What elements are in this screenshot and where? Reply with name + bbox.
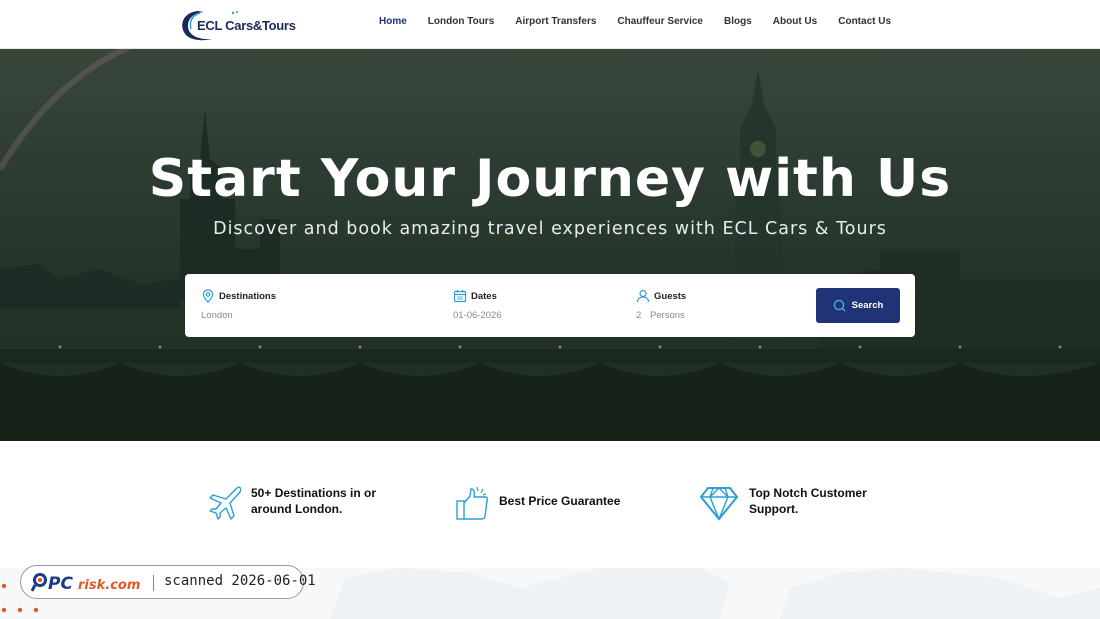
hero-background-image [0,49,1100,441]
destinations-input[interactable]: London [201,310,276,321]
search-button[interactable]: Search [816,288,900,323]
location-pin-icon [202,289,214,303]
site-header: ECL Cars&Tours Home London Tours Airport… [0,0,1100,49]
guests-count: 2 [636,310,642,321]
guests-field[interactable]: Guests 2 Persons [636,289,686,321]
feature-destinations: 50+ Destinations in or around London. [207,485,376,521]
feature-destinations-line1: 50+ Destinations in or [251,486,377,500]
feature-support-line2: Support. [749,502,799,516]
feature-support: Top Notch Customer Support. [699,485,867,521]
site-logo[interactable]: ECL Cars&Tours [178,8,296,42]
svg-text:risk.com: risk.com [78,578,140,593]
svg-text:PC: PC [48,574,73,594]
nav-contact-us[interactable]: Contact Us [838,16,891,27]
destinations-label: Destinations [219,290,277,302]
feature-destinations-line2: around London. [251,502,343,516]
hero-title: Start Your Journey with Us [148,149,952,209]
pcrisk-watermark: PC risk.com scanned 2026-06-01 [20,565,316,599]
pcrisk-logo: PC risk.com [30,570,149,594]
search-icon [833,299,846,312]
thumbs-up-icon [456,486,489,520]
nav-blogs[interactable]: Blogs [724,16,752,27]
guests-input[interactable]: 2 Persons [636,310,686,321]
dates-input[interactable]: 01-06-2026 [453,310,502,321]
guests-unit: Persons [649,310,685,321]
hero-subtitle: Discover and book amazing travel experie… [213,219,887,239]
dates-label: Dates [471,290,497,302]
nav-london-tours[interactable]: London Tours [428,16,494,27]
logo-text: ECL Cars&Tours [197,18,296,33]
hero-section: Start Your Journey with Us Discover and … [0,49,1100,441]
user-icon [636,289,650,303]
search-form: Destinations London Dates 01-06-2026 Gue… [185,274,915,337]
guests-label: Guests [654,290,687,302]
magnifier-logo-icon: PC risk.com [30,573,140,594]
diamond-icon [699,487,739,521]
feature-best-price-label: Best Price Guarantee [499,494,621,508]
destinations-field[interactable]: Destinations London [201,289,276,321]
search-button-label: Search [851,300,884,311]
nav-chauffeur-service[interactable]: Chauffeur Service [617,16,703,27]
main-nav: Home London Tours Airport Transfers Chau… [379,16,912,27]
feature-support-line1: Top Notch Customer [749,486,867,500]
page: ECL Cars&Tours Home London Tours Airport… [0,0,1100,619]
nav-about-us[interactable]: About Us [773,16,817,27]
calendar-icon [453,290,467,303]
nav-airport-transfers[interactable]: Airport Transfers [515,16,596,27]
dates-field[interactable]: Dates 01-06-2026 [453,289,502,321]
feature-best-price: Best Price Guarantee [455,485,620,521]
plane-icon [209,486,241,520]
watermark-text: scanned 2026-06-01 [164,573,316,589]
nav-home[interactable]: Home [379,16,407,27]
